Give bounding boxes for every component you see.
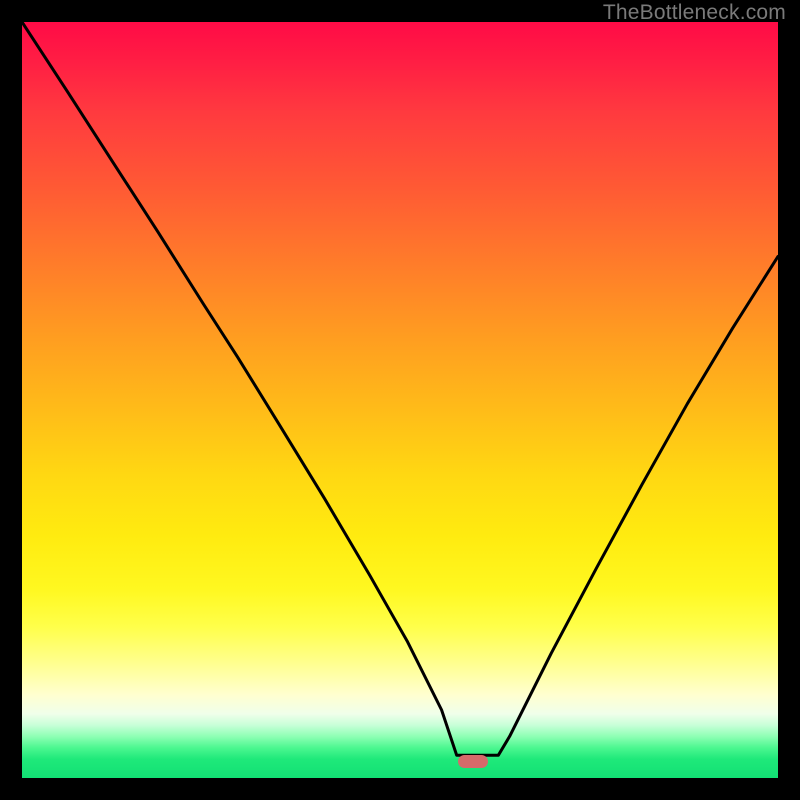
optimal-marker [458, 755, 488, 768]
bottleneck-curve [22, 22, 778, 778]
plot-area [22, 22, 778, 778]
chart-frame: TheBottleneck.com [0, 0, 800, 800]
